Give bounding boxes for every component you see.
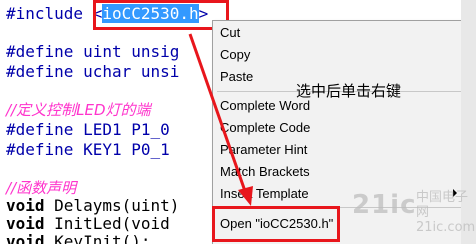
code-comment-function-decl[interactable]: //函数声明 xyxy=(6,178,76,198)
menu-item-complete-code[interactable]: Complete Code xyxy=(220,118,310,138)
code-line-initled[interactable]: void InitLed(void xyxy=(6,214,170,234)
annotation-text: 选中后单击右键 xyxy=(296,82,402,100)
keyinit-decl: KeyInit(); xyxy=(44,232,151,244)
code-line-define-uchar[interactable]: #define uchar unsi xyxy=(6,62,179,82)
keyword-void: void xyxy=(6,232,45,244)
code-line-define-uint[interactable]: #define uint unsig xyxy=(6,42,179,62)
code-line-define-led1[interactable]: #define LED1 P1_0 xyxy=(6,120,170,140)
menu-item-parameter-hint[interactable]: Parameter Hint xyxy=(220,140,307,160)
include-directive: #include < xyxy=(6,4,103,23)
code-line-delayms[interactable]: void Delayms(uint) xyxy=(6,196,179,216)
menu-item-paste[interactable]: Paste xyxy=(220,67,253,87)
watermark-text-cn: 中国电子网 xyxy=(416,190,469,220)
delayms-decl: Delayms(uint) xyxy=(44,196,180,215)
menu-item-insert-template[interactable]: Insert Template xyxy=(220,184,309,204)
open-item-highlight-box xyxy=(212,206,340,242)
keyword-void: void xyxy=(6,214,45,233)
code-line-keyinit[interactable]: void KeyInit(); xyxy=(6,232,151,244)
menu-item-cut[interactable]: Cut xyxy=(220,23,240,43)
keyword-void: void xyxy=(6,196,45,215)
watermark-logo: 21ic xyxy=(352,190,417,220)
screenshot-stage: #include <ioCC2530.h> #define uint unsig… xyxy=(0,0,476,244)
watermark-text-url: 21ic.com xyxy=(416,220,476,235)
include-highlight-box xyxy=(93,0,229,30)
menu-item-copy[interactable]: Copy xyxy=(220,45,250,65)
menu-item-match-brackets[interactable]: Match Brackets xyxy=(220,162,310,182)
watermark-text: 中国电子网 21ic.com xyxy=(416,190,476,235)
code-comment-led-control[interactable]: //定义控制LED灯的端 xyxy=(6,100,151,120)
initled-decl: InitLed(void xyxy=(44,214,170,233)
code-line-define-key1[interactable]: #define KEY1 P0_1 xyxy=(6,140,170,160)
